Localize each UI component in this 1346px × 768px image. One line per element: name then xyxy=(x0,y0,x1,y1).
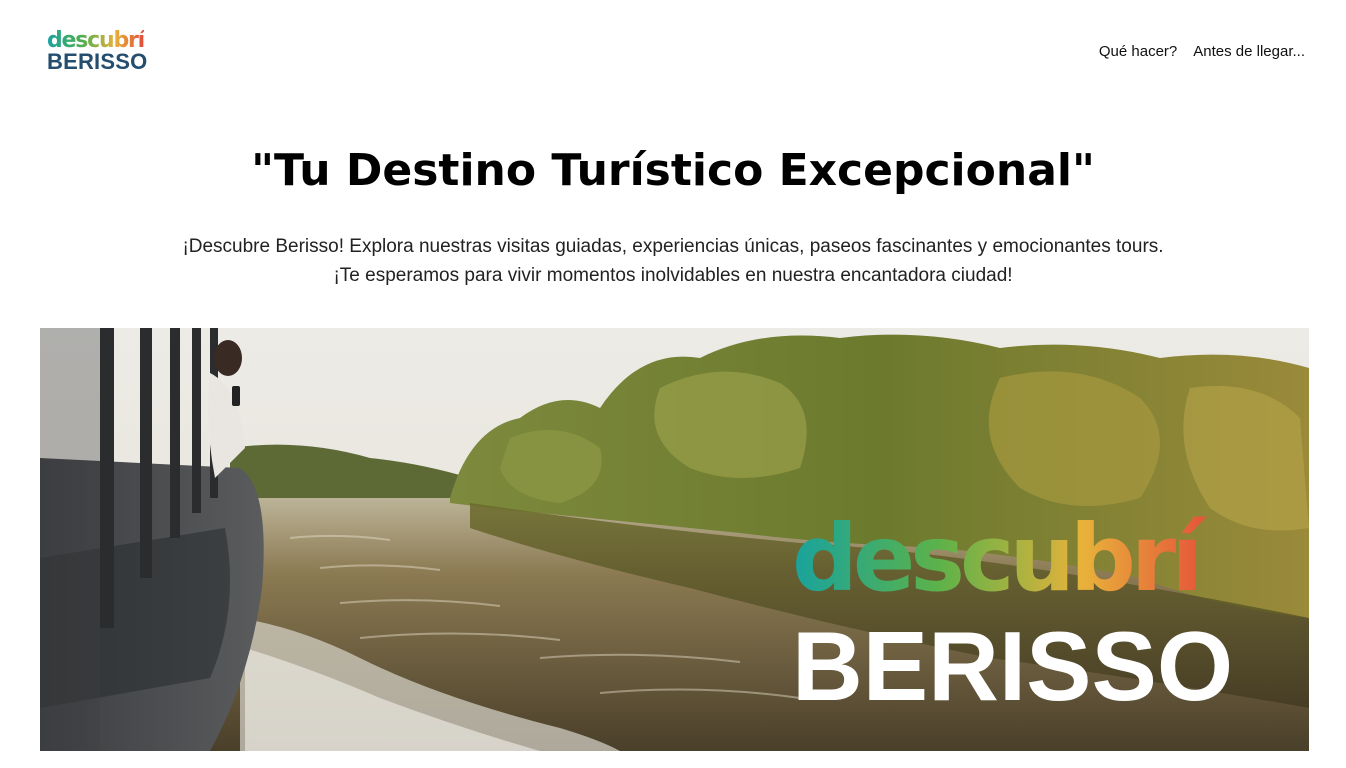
banner-logo-descubri-text: descubrí xyxy=(792,505,1207,612)
banner-logo-berisso-text: BERISSO xyxy=(792,611,1233,721)
hero-title: "Tu Destino Turístico Excepcional" xyxy=(251,145,1095,196)
nav-antes-de-llegar[interactable]: Antes de llegar... xyxy=(1193,43,1305,60)
hero-banner-image: descubrí BERISSO xyxy=(40,328,1309,751)
nav-que-hacer[interactable]: Qué hacer? xyxy=(1099,43,1177,60)
site-logo[interactable]: descubrí BERISSO xyxy=(47,30,157,74)
logo-berisso-text: BERISSO xyxy=(47,49,148,74)
hero-subtitle-line-2: ¡Te esperamos para vivir momentos inolvi… xyxy=(333,265,1013,286)
site-header: descubrí BERISSO Qué hacer? Antes de lle… xyxy=(0,0,1346,110)
hero-subtitle: ¡Descubre Berisso! Explora nuestras visi… xyxy=(150,232,1196,290)
main-nav: Qué hacer? Antes de llegar... xyxy=(1099,43,1305,60)
hero-subtitle-line-1: ¡Descubre Berisso! Explora nuestras visi… xyxy=(182,236,1164,257)
